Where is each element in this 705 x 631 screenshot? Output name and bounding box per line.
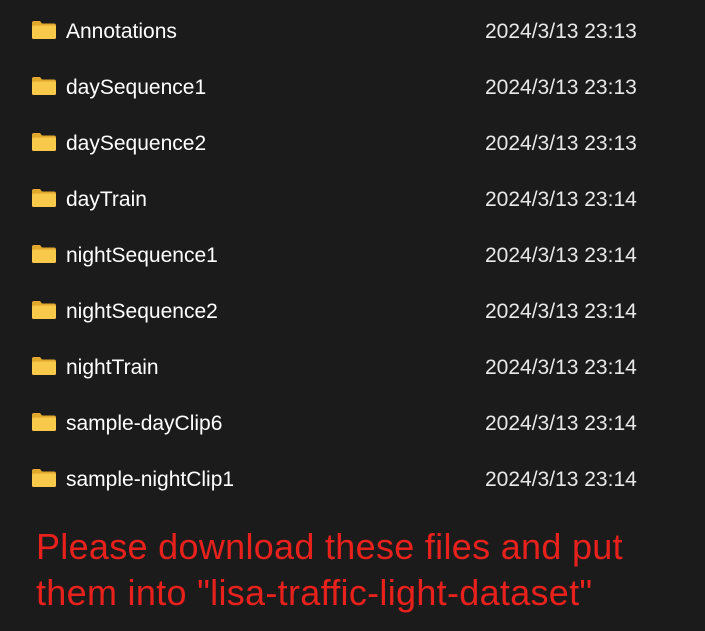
download-instruction-note: Please download these files and put them…: [36, 524, 696, 616]
file-modified-date: 2024/3/13 23:14: [485, 300, 637, 323]
file-row-daysequence2[interactable]: daySequence2 2024/3/13 23:13: [0, 116, 705, 172]
file-row-daysequence1[interactable]: daySequence1 2024/3/13 23:13: [0, 60, 705, 116]
file-name: sample-dayClip6: [66, 412, 223, 435]
file-row-annotations[interactable]: Annotations 2024/3/13 23:13: [0, 4, 705, 60]
notice-line-2: them into "lisa-traffic-light-dataset": [36, 572, 593, 613]
folder-icon: [32, 133, 56, 151]
file-name: daySequence1: [66, 76, 207, 99]
file-modified-date: 2024/3/13 23:14: [485, 244, 637, 267]
notice-line-1: Please download these files and put: [36, 526, 623, 567]
file-name: dayTrain: [66, 188, 147, 211]
folder-icon: [32, 245, 56, 263]
file-row-nightsequence2[interactable]: nightSequence2 2024/3/13 23:14: [0, 284, 705, 340]
folder-icon: [32, 189, 56, 207]
file-modified-date: 2024/3/13 23:14: [485, 468, 637, 491]
folder-icon: [32, 469, 56, 487]
file-name: nightTrain: [66, 356, 159, 379]
folder-icon: [32, 21, 56, 39]
file-modified-date: 2024/3/13 23:13: [485, 76, 637, 99]
file-list: Annotations 2024/3/13 23:13 daySequence1…: [0, 4, 705, 508]
file-name: Annotations: [66, 20, 177, 43]
file-name: sample-nightClip1: [66, 468, 235, 491]
folder-icon: [32, 357, 56, 375]
file-row-nightsequence1[interactable]: nightSequence1 2024/3/13 23:14: [0, 228, 705, 284]
file-name: nightSequence2: [66, 300, 218, 323]
file-name: nightSequence1: [66, 244, 218, 267]
file-modified-date: 2024/3/13 23:13: [485, 20, 637, 43]
folder-icon: [32, 301, 56, 319]
file-row-sample-nightclip1[interactable]: sample-nightClip1 2024/3/13 23:14: [0, 452, 705, 508]
file-modified-date: 2024/3/13 23:14: [485, 356, 637, 379]
file-modified-date: 2024/3/13 23:13: [485, 132, 637, 155]
folder-icon: [32, 413, 56, 431]
file-row-sample-dayclip6[interactable]: sample-dayClip6 2024/3/13 23:14: [0, 396, 705, 452]
file-row-nighttrain[interactable]: nightTrain 2024/3/13 23:14: [0, 340, 705, 396]
file-name: daySequence2: [66, 132, 207, 155]
folder-icon: [32, 77, 56, 95]
file-modified-date: 2024/3/13 23:14: [485, 412, 637, 435]
file-modified-date: 2024/3/13 23:14: [485, 188, 637, 211]
file-row-daytrain[interactable]: dayTrain 2024/3/13 23:14: [0, 172, 705, 228]
